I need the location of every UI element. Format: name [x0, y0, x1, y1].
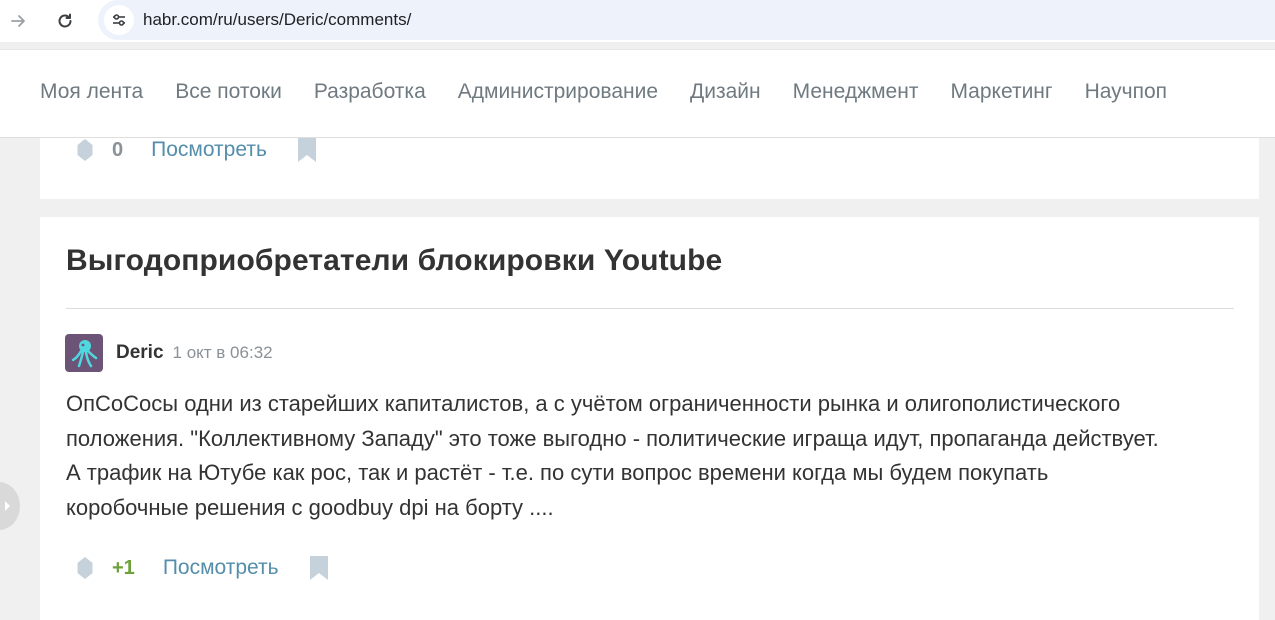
post-title-link[interactable]: Выгодоприобретатели блокировки Youtube: [66, 244, 722, 278]
vote-icon[interactable]: [76, 138, 94, 162]
comment-line: положения. "Коллективному Западу" это то…: [66, 425, 1159, 451]
nav-item-all-streams[interactable]: Все потоки: [175, 80, 282, 104]
comment-line: А трафик на Ютубе как рос, так и растёт …: [66, 460, 1049, 485]
nav-item-marketing[interactable]: Маркетинг: [950, 80, 1052, 104]
reload-button[interactable]: [50, 6, 80, 36]
octopus-avatar-icon: [71, 340, 98, 368]
comment-footer: +1 Посмотреть: [76, 553, 329, 583]
nav-item-popsci[interactable]: Научпоп: [1085, 80, 1167, 104]
bookmark-icon[interactable]: [309, 555, 329, 581]
bookmark-icon[interactable]: [297, 137, 317, 163]
nav-list: Моя лента Все потоки Разработка Админист…: [40, 80, 1199, 104]
chevron-right-icon: [5, 501, 10, 511]
top-navigation: Моя лента Все потоки Разработка Админист…: [0, 49, 1275, 138]
nav-item-administration[interactable]: Администрирование: [458, 80, 658, 104]
comment-card: Выгодоприобретатели блокировки Youtube D…: [40, 217, 1259, 620]
nav-item-development[interactable]: Разработка: [314, 80, 426, 104]
comment-text: ОпСоСосы одни из старейших капиталистов,…: [66, 387, 1241, 525]
comment-time[interactable]: 1 окт в 06:32: [173, 343, 273, 363]
nav-item-my-feed[interactable]: Моя лента: [40, 80, 143, 104]
comment-score: +1: [112, 556, 135, 579]
comment-line: ОпСоСосы одни из старейших капиталистов,…: [66, 391, 1121, 416]
author-name-link[interactable]: Deric: [116, 342, 164, 364]
site-info-button[interactable]: [104, 5, 134, 35]
nav-item-management[interactable]: Менеджмент: [793, 80, 919, 104]
address-bar[interactable]: habr.com/ru/users/Deric/comments/: [98, 0, 1275, 40]
vote-icon[interactable]: [76, 556, 94, 580]
divider: [66, 308, 1234, 309]
comment-card-previous: 0 Посмотреть: [40, 138, 1259, 199]
reload-icon: [58, 13, 72, 28]
side-panel-toggle[interactable]: [0, 482, 20, 530]
comment-line: коробочные решения с goodbuy dpi на борт…: [66, 494, 554, 520]
comment-meta: Deric 1 окт в 06:32: [65, 334, 273, 372]
forward-button[interactable]: [4, 6, 34, 36]
arrow-right-icon: [11, 15, 25, 27]
avatar[interactable]: [65, 334, 103, 372]
browser-toolbar: habr.com/ru/users/Deric/comments/: [0, 0, 1275, 42]
nav-item-design[interactable]: Дизайн: [690, 80, 761, 104]
comment-footer: 0 Посмотреть: [76, 136, 317, 164]
view-link[interactable]: Посмотреть: [163, 556, 279, 580]
view-link[interactable]: Посмотреть: [151, 138, 267, 162]
comment-score: 0: [112, 138, 124, 161]
url-text[interactable]: habr.com/ru/users/Deric/comments/: [143, 10, 411, 30]
tune-icon: [113, 14, 125, 26]
